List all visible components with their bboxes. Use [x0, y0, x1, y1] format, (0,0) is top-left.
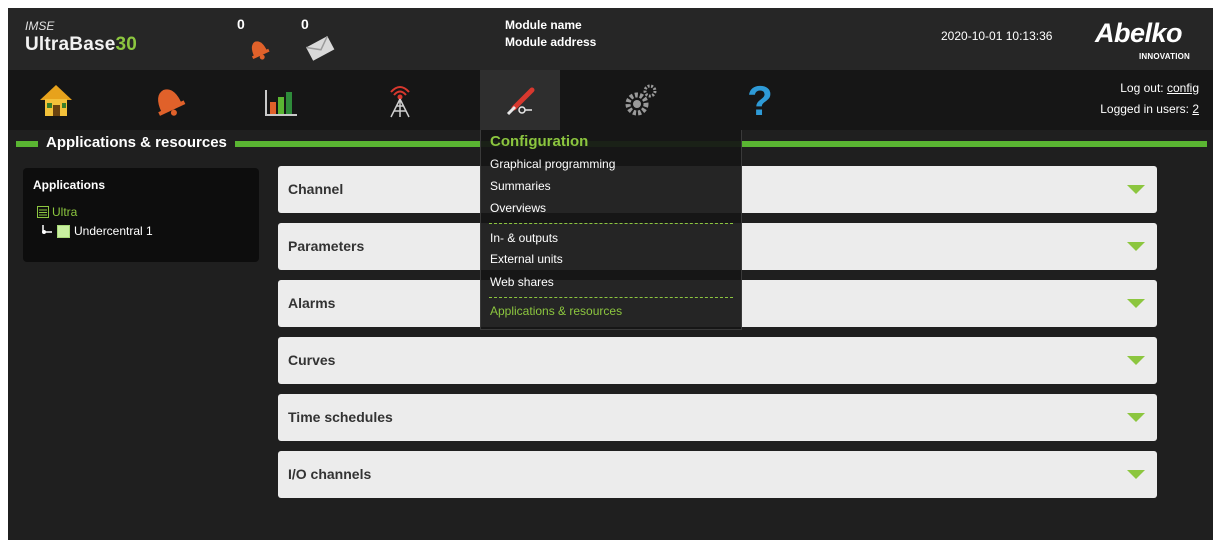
gears-icon: [625, 84, 657, 116]
nav-charts[interactable]: [240, 70, 320, 130]
module-address: Module address: [505, 35, 597, 49]
nav-communication[interactable]: [360, 70, 440, 130]
logo-name: UltraBase: [25, 34, 116, 55]
logout-row: Log out: config: [1100, 78, 1199, 99]
page-title: Applications & resources: [38, 134, 235, 151]
menu-separator: [489, 223, 733, 224]
accordion-curves[interactable]: Curves: [278, 337, 1157, 384]
menu-separator: [489, 297, 733, 298]
app-window: IMSE UltraBase30 0 0 Module name Module …: [8, 8, 1213, 540]
brand-logo: Abelko: [1095, 18, 1183, 48]
expand-arrow-icon[interactable]: [1127, 185, 1145, 194]
alarm-bell-icon: [158, 89, 186, 116]
tree-collapse-icon[interactable]: [37, 206, 49, 218]
bar-chart-icon: [265, 90, 297, 116]
svg-text:?: ?: [747, 78, 773, 122]
menu-item-applications-resources[interactable]: Applications & resources: [490, 304, 622, 318]
main-navigation: ? Log out: config Logged in users: 2: [8, 70, 1213, 130]
tree-item-undercentral[interactable]: Undercentral 1: [41, 224, 153, 238]
applications-panel: Applications Ultra Undercentral 1: [23, 168, 259, 262]
expand-arrow-icon[interactable]: [1127, 413, 1145, 422]
logged-in-users-link[interactable]: 2: [1192, 102, 1199, 116]
menu-item-summaries[interactable]: Summaries: [490, 179, 551, 193]
nav-home[interactable]: [16, 70, 96, 130]
accordion-time-schedules[interactable]: Time schedules: [278, 394, 1157, 441]
menu-item-web-shares[interactable]: Web shares: [490, 275, 554, 289]
accordion-label: Channel: [288, 181, 344, 197]
message-count: 0: [301, 16, 309, 32]
menu-item-overviews[interactable]: Overviews: [490, 201, 546, 215]
expand-arrow-icon[interactable]: [1127, 470, 1145, 479]
tools-icon: [506, 87, 535, 116]
accordion-label: Curves: [288, 352, 336, 368]
tree-item-label: Undercentral 1: [74, 224, 153, 238]
menu-title: Configuration: [490, 133, 589, 150]
nav-settings[interactable]: [600, 70, 680, 130]
product-logo: UltraBase30: [25, 34, 137, 56]
expand-arrow-icon[interactable]: [1127, 356, 1145, 365]
expand-arrow-icon[interactable]: [1127, 242, 1145, 251]
module-name: Module name: [505, 18, 582, 32]
nav-configuration[interactable]: [480, 70, 560, 130]
tree-checkbox[interactable]: [57, 224, 70, 238]
configuration-menu: Configuration Graphical programming Summ…: [480, 130, 742, 330]
expand-arrow-icon[interactable]: [1127, 299, 1145, 308]
tree-item-ultra[interactable]: Ultra: [37, 205, 77, 219]
logged-in-label: Logged in users:: [1100, 102, 1189, 116]
brand-tagline: INNOVATION: [1139, 52, 1191, 61]
section-divider-left: [16, 141, 36, 147]
alarm-count: 0: [237, 16, 245, 32]
logged-in-row: Logged in users: 2: [1100, 99, 1199, 120]
nav-help[interactable]: ?: [720, 70, 800, 130]
applications-title: Applications: [33, 178, 106, 192]
datetime: 2020-10-01 10:13:36: [941, 29, 1053, 43]
tree-item-label: Ultra: [52, 205, 78, 219]
help-icon: ?: [747, 78, 773, 122]
home-icon: [40, 85, 72, 116]
antenna-icon: [390, 86, 410, 118]
logo-prefix: IMSE: [25, 19, 55, 33]
alarm-bell-small-icon[interactable]: [243, 34, 273, 62]
menu-item-external-units[interactable]: External units: [490, 252, 563, 266]
accordion-label: Time schedules: [288, 409, 393, 425]
user-info: Log out: config Logged in users: 2: [1100, 78, 1199, 120]
logo-number: 30: [115, 34, 138, 55]
menu-item-graphical-programming[interactable]: Graphical programming: [490, 157, 615, 171]
logout-link[interactable]: config: [1167, 81, 1199, 95]
envelope-icon[interactable]: [304, 35, 336, 61]
accordion-label: I/O channels: [288, 466, 372, 482]
accordion-label: Alarms: [288, 295, 336, 311]
tree-branch-icon: [42, 225, 52, 234]
logout-label: Log out:: [1120, 81, 1164, 95]
header: IMSE UltraBase30 0 0 Module name Module …: [8, 8, 1213, 70]
accordion-label: Parameters: [288, 238, 365, 254]
accordion-io-channels[interactable]: I/O channels: [278, 451, 1157, 498]
nav-alarms[interactable]: [128, 70, 208, 130]
menu-item-inputs-outputs[interactable]: In- & outputs: [490, 231, 558, 245]
